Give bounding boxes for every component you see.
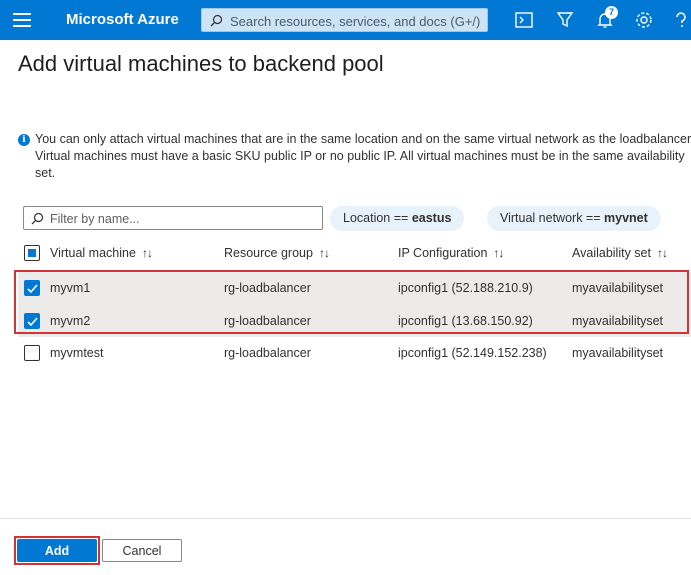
location-filter-label: Location == <box>343 211 409 225</box>
footer-divider <box>0 518 691 519</box>
sort-icon[interactable]: ↑↓ <box>493 246 504 260</box>
resource-group: rg-loadbalancer <box>224 346 311 360</box>
ip-configuration: ipconfig1 (52.149.152.238) <box>398 346 547 360</box>
page-title: Add virtual machines to backend pool <box>18 51 384 76</box>
search-icon <box>210 14 223 27</box>
gear-icon[interactable] <box>634 10 654 30</box>
table-row[interactable]: myvm2 rg-loadbalancer ipconfig1 (13.68.1… <box>18 305 691 337</box>
column-label: Resource group <box>224 246 313 260</box>
vnet-filter-value: myvnet <box>604 211 648 225</box>
info-icon: i <box>18 134 30 146</box>
directory-filter-icon[interactable] <box>555 10 575 30</box>
info-line: set. <box>35 166 56 180</box>
checkmark-icon <box>27 284 38 294</box>
location-filter-pill[interactable]: Location == eastus <box>330 206 465 231</box>
availability-set: myavailabilityset <box>572 281 664 295</box>
info-line: You can only attach virtual machines tha… <box>35 132 691 146</box>
filter-input[interactable] <box>48 209 312 229</box>
column-label: Availability set <box>572 246 651 260</box>
add-button[interactable]: Add <box>17 539 97 562</box>
column-label: IP Configuration <box>398 246 488 260</box>
ip-configuration: ipconfig1 (13.68.150.92) <box>398 314 533 328</box>
info-message: You can only attach virtual machines tha… <box>35 131 691 182</box>
brand-title[interactable]: Microsoft Azure <box>66 11 179 28</box>
resource-group: rg-loadbalancer <box>224 281 311 295</box>
search-input[interactable] <box>228 11 487 31</box>
availability-set: myavailabilityset <box>572 314 664 328</box>
vnet-filter-label: Virtual network == <box>500 211 601 225</box>
table-row[interactable]: myvm1 rg-loadbalancer ipconfig1 (52.188.… <box>18 272 691 304</box>
notification-badge: 7 <box>605 6 618 19</box>
column-header-availability-set[interactable]: Availability set ↑↓ <box>572 246 668 260</box>
resource-group: rg-loadbalancer <box>224 314 311 328</box>
column-header-ip-configuration[interactable]: IP Configuration ↑↓ <box>398 246 504 260</box>
table-row[interactable]: myvmtest rg-loadbalancer ipconfig1 (52.1… <box>18 337 691 369</box>
location-filter-value: eastus <box>411 211 452 225</box>
help-icon[interactable] <box>671 10 691 30</box>
top-bar: Microsoft Azure 7 <box>0 0 691 40</box>
vm-name: myvm2 <box>50 314 91 328</box>
global-search[interactable] <box>201 8 488 32</box>
sort-icon[interactable]: ↑↓ <box>657 246 668 260</box>
availability-set: myavailabilityset <box>572 346 664 360</box>
cancel-button[interactable]: Cancel <box>102 539 182 562</box>
ip-configuration: ipconfig1 (52.188.210.9) <box>398 281 533 295</box>
vm-name: myvmtest <box>50 346 104 360</box>
column-header-virtual-machine[interactable]: Virtual machine ↑↓ <box>50 246 153 260</box>
row-checkbox[interactable] <box>24 313 40 329</box>
menu-icon[interactable] <box>13 13 31 27</box>
divider <box>18 270 691 271</box>
vnet-filter-pill[interactable]: Virtual network == myvnet <box>487 206 661 231</box>
search-icon <box>31 212 44 225</box>
filter-box[interactable] <box>23 206 323 230</box>
row-checkbox[interactable] <box>24 280 40 296</box>
info-line: Virtual machines must have a basic SKU p… <box>35 149 685 163</box>
select-all-checkbox[interactable] <box>24 245 40 261</box>
cloud-shell-icon[interactable] <box>514 10 534 30</box>
column-label: Virtual machine <box>50 246 136 260</box>
sort-icon[interactable]: ↑↓ <box>142 246 153 260</box>
checkmark-icon <box>27 317 38 327</box>
column-header-resource-group[interactable]: Resource group ↑↓ <box>224 246 330 260</box>
row-checkbox[interactable] <box>24 345 40 361</box>
sort-icon[interactable]: ↑↓ <box>319 246 330 260</box>
vm-name: myvm1 <box>50 281 91 295</box>
